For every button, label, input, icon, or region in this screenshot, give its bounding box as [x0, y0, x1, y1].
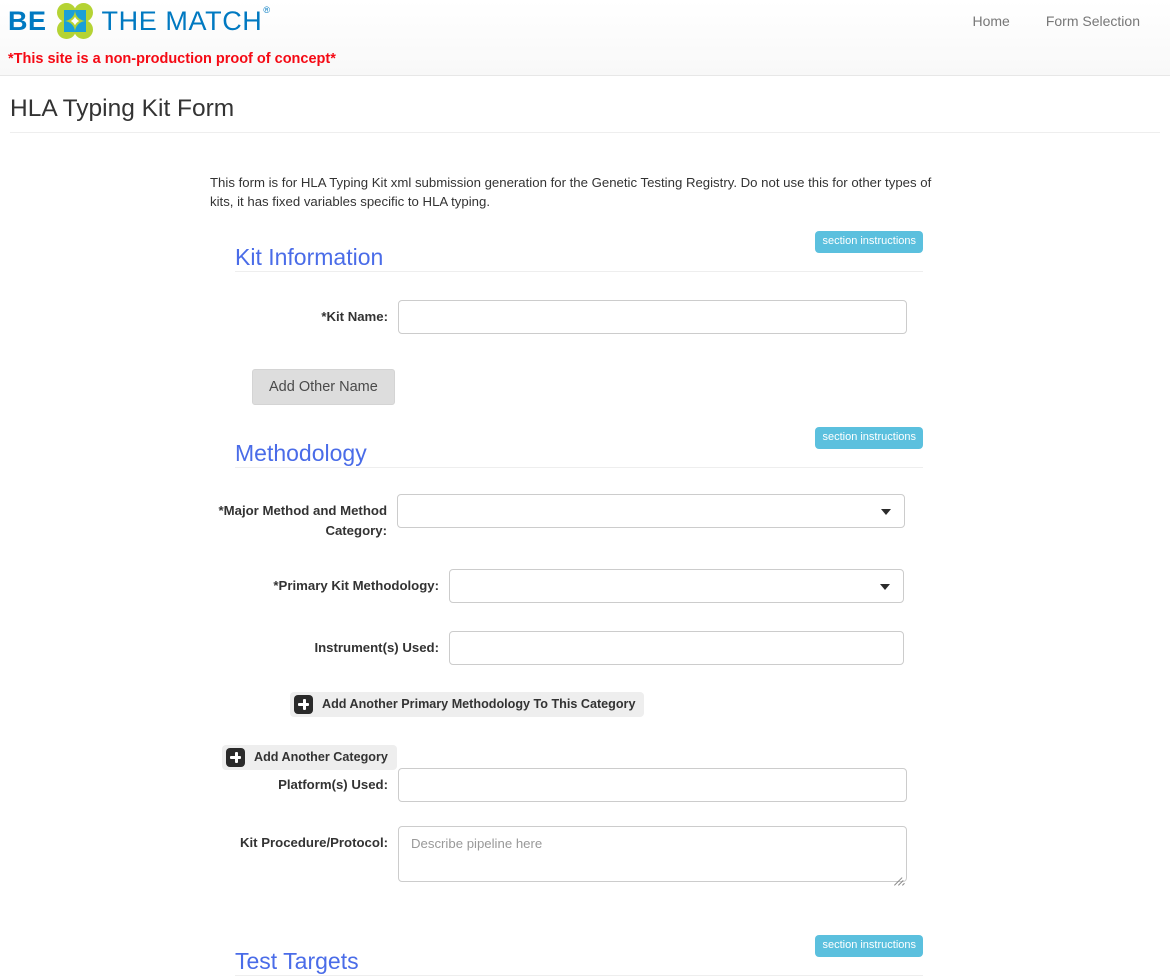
kit-name-input[interactable]: [398, 299, 907, 334]
section-title-kit-information: Kit Information: [235, 243, 384, 270]
brand-be-text: BE: [8, 5, 47, 36]
field-label-platforms-used: Platform(s) Used:: [278, 776, 388, 792]
section-title-test-targets: Test Targets: [235, 947, 359, 974]
field-row-kit-procedure: Kit Procedure/Protocol:: [210, 825, 920, 887]
page-title-container: HLA Typing Kit Form: [10, 76, 1160, 133]
add-another-primary-methodology-button[interactable]: Add Another Primary Methodology To This …: [290, 691, 645, 717]
field-row-instruments-used: Instrument(s) Used:: [210, 630, 920, 665]
brand-the-match-label: THE MATCH: [101, 5, 263, 36]
major-method-and-category-select[interactable]: [397, 493, 905, 528]
section-instructions-button-kit-information[interactable]: section instructions: [815, 230, 923, 253]
section-instructions-button-methodology[interactable]: section instructions: [815, 426, 923, 449]
main-navigation: Home Form Selection: [956, 6, 1156, 36]
add-another-category-label: Add Another Category: [254, 750, 388, 765]
primary-kit-methodology-select[interactable]: [449, 568, 904, 603]
add-primary-methodology-container: Add Another Primary Methodology To This …: [290, 691, 920, 719]
brand-logo-link[interactable]: BE THE MATCH®: [8, 3, 270, 39]
section-header-kit-information: Kit Information section instructions: [235, 230, 923, 272]
field-row-platforms-used: Platform(s) Used:: [210, 767, 920, 802]
form-container: This form is for HLA Typing Kit xml subm…: [210, 133, 931, 976]
nav-link-home[interactable]: Home: [956, 6, 1025, 36]
chevron-down-icon: [881, 508, 891, 515]
field-label-instruments-used: Instrument(s) Used:: [314, 639, 439, 655]
field-row-major-method: *Major Method and Method Category:: [210, 493, 920, 541]
add-other-name-container: Add Other Name: [252, 368, 920, 405]
field-label-kit-procedure: Kit Procedure/Protocol:: [239, 834, 388, 850]
add-other-name-button[interactable]: Add Other Name: [252, 368, 395, 405]
section-title-methodology: Methodology: [235, 439, 367, 466]
kit-procedure-textarea[interactable]: [398, 825, 907, 882]
platforms-used-input[interactable]: [398, 767, 907, 802]
non-production-notice: *This site is a non-production proof of …: [8, 51, 336, 67]
add-another-primary-methodology-label: Add Another Primary Methodology To This …: [322, 697, 636, 712]
plus-icon: [226, 747, 245, 767]
be-the-match-flower-logo-icon: [56, 3, 93, 39]
plus-icon: [294, 694, 313, 714]
field-label-kit-name: *Kit Name:: [321, 308, 388, 324]
page-title: HLA Typing Kit Form: [10, 95, 1160, 133]
field-row-primary-kit-methodology: *Primary Kit Methodology:: [210, 568, 920, 603]
add-another-category-button[interactable]: Add Another Category: [222, 744, 397, 770]
chevron-down-icon: [880, 583, 890, 590]
field-label-primary-kit-methodology: *Primary Kit Methodology:: [273, 577, 439, 593]
brand-the-match-text: THE MATCH®: [101, 4, 271, 36]
section-header-test-targets: Test Targets section instructions: [235, 934, 923, 976]
nav-link-form-selection[interactable]: Form Selection: [1030, 6, 1156, 36]
instruments-used-input[interactable]: [449, 630, 904, 665]
section-header-methodology: Methodology section instructions: [235, 426, 923, 468]
field-row-kit-name: *Kit Name:: [210, 299, 920, 334]
section-instructions-button-test-targets[interactable]: section instructions: [815, 934, 923, 957]
form-intro-text: This form is for HLA Typing Kit xml subm…: [210, 174, 932, 209]
field-label-major-method: *Major Method and Method Category:: [218, 502, 388, 538]
site-header: BE THE MATCH® Home Form Selection *This …: [0, 0, 1170, 76]
registered-trademark-icon: ®: [263, 4, 271, 15]
